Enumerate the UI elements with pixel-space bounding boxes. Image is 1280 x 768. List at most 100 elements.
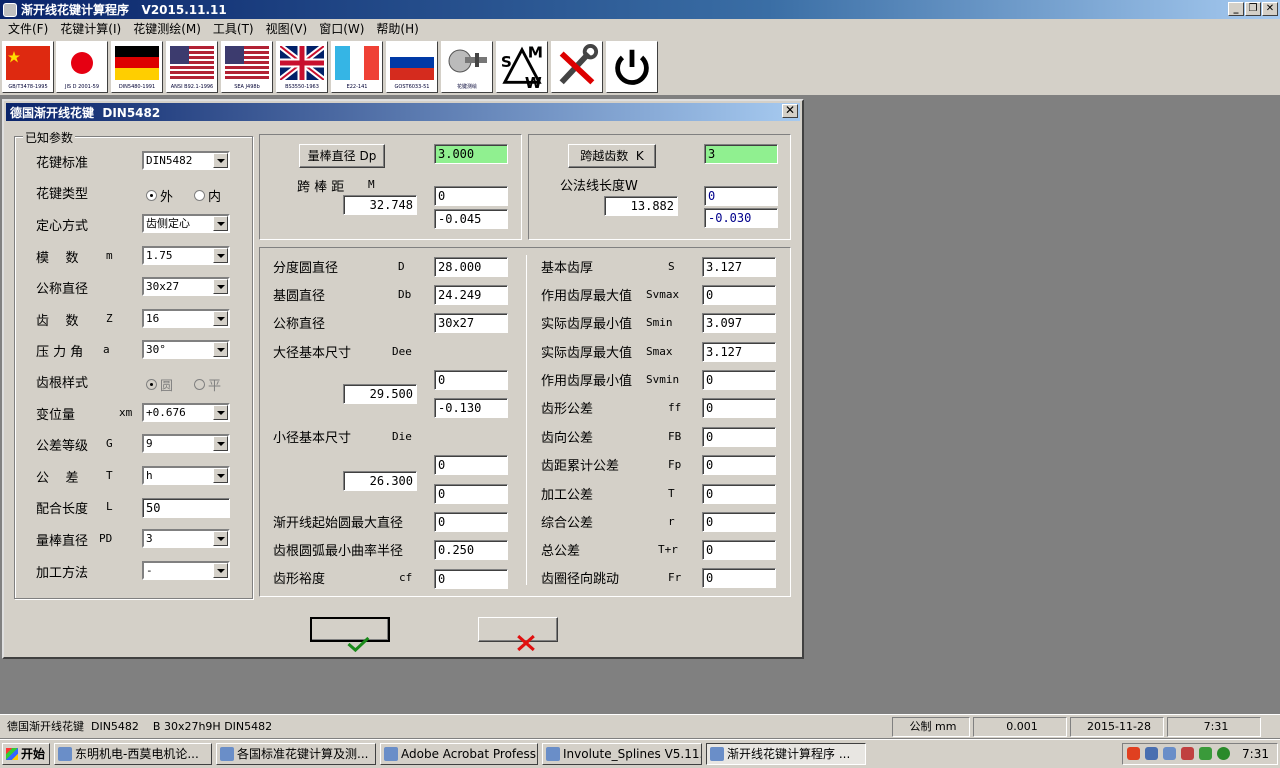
smw-button[interactable]: SMW	[496, 41, 548, 93]
tolerance-grade-select[interactable]: 9	[142, 434, 230, 453]
fit-length-input[interactable]: 50	[142, 498, 230, 518]
result-symbol: Fp	[668, 458, 682, 471]
nominal-diameter-select[interactable]: 30x27	[142, 277, 230, 296]
update-icon[interactable]	[1217, 747, 1230, 760]
tolerance-select[interactable]: h	[142, 466, 230, 485]
fillet-radius-value: 0.250	[434, 540, 508, 560]
chevron-down-icon[interactable]	[213, 311, 228, 326]
ok-button[interactable]	[310, 617, 390, 653]
teeth-select[interactable]: 16	[142, 309, 230, 328]
pitch-diameter-value: 28.000	[434, 257, 508, 277]
nominal-diameter-label: 公称直径	[36, 282, 89, 297]
minimize-button[interactable]: _	[1228, 2, 1244, 16]
ansi-standard-button[interactable]: ANSI B92.1-1996	[166, 41, 218, 93]
pressure-angle-select[interactable]: 30°	[142, 340, 230, 359]
dialog-close-button[interactable]: ✕	[782, 104, 798, 118]
menu-help[interactable]: 帮助(H)	[370, 20, 424, 37]
shield-icon[interactable]	[1199, 747, 1212, 760]
result-symbol: ff	[668, 401, 682, 414]
chevron-down-icon[interactable]	[213, 216, 228, 231]
menu-spline-calc[interactable]: 花键计算(I)	[54, 20, 127, 37]
root-form-label: 齿根样式	[36, 376, 89, 391]
span-value: 13.882	[604, 196, 678, 216]
menu-window[interactable]: 窗口(W)	[313, 20, 370, 37]
taskbar: 开始 东明机电-西莫电机论... 各国标准花键计算及测... Adobe Acr…	[0, 739, 1280, 768]
fillet-radius-label: 齿根圆弧最小曲率半径	[273, 544, 404, 559]
chevron-down-icon[interactable]	[213, 279, 228, 294]
form-clearance-label: 齿形裕度	[273, 572, 326, 587]
chevron-down-icon[interactable]	[213, 563, 228, 578]
chevron-down-icon[interactable]	[213, 531, 228, 546]
type-external-radio[interactable]: 外	[146, 186, 173, 205]
over-pin-symbol: M	[368, 178, 375, 191]
task-browser-2[interactable]: 各国标准花键计算及测...	[216, 743, 376, 765]
result-label: 齿圈径向跳动	[541, 572, 620, 587]
menu-tools[interactable]: 工具(T)	[207, 20, 260, 37]
chevron-down-icon[interactable]	[213, 436, 228, 451]
tools-button[interactable]	[551, 41, 603, 93]
chevron-down-icon[interactable]	[213, 342, 228, 357]
result-label: 综合公差	[541, 516, 594, 531]
sae-standard-button[interactable]: SEA J498b	[221, 41, 273, 93]
usa-flag-icon	[225, 46, 269, 80]
jis-standard-button[interactable]: JIS D 2001-59	[56, 41, 108, 93]
cancel-button[interactable]	[478, 617, 558, 652]
gost-standard-button[interactable]: GOST6033-51	[386, 41, 438, 93]
pin-diameter-select[interactable]: 3	[142, 529, 230, 548]
task-acrobat[interactable]: Adobe Acrobat Professio...	[380, 743, 538, 765]
span-teeth-button[interactable]: 跨越齿数 K	[568, 144, 656, 168]
result-value: 0	[702, 484, 776, 504]
pin-diameter-button[interactable]: 量棒直径 Dp	[299, 144, 385, 168]
spline-survey-button[interactable]: 花键测绘	[441, 41, 493, 93]
base-diameter-label: 基圆直径	[273, 289, 326, 304]
centering-select[interactable]: 齿侧定心	[142, 214, 230, 233]
result-value: 0	[702, 512, 776, 532]
tools-icon	[559, 44, 599, 85]
din-standard-button[interactable]: DIN5480-1991	[111, 41, 163, 93]
result-value: 0	[702, 398, 776, 418]
module-select[interactable]: 1.75	[142, 246, 230, 265]
task-spline-app[interactable]: 渐开线花键计算程序 ...	[706, 743, 866, 765]
machining-method-select[interactable]: -	[142, 561, 230, 580]
major-upper: 0	[434, 370, 508, 390]
chevron-down-icon[interactable]	[213, 405, 228, 420]
result-value: 3.127	[702, 257, 776, 277]
network-icon[interactable]	[1145, 747, 1158, 760]
restore-button[interactable]: ❐	[1245, 2, 1261, 16]
volume-icon[interactable]	[1163, 747, 1176, 760]
russia-flag-icon	[390, 46, 434, 80]
root-round-radio[interactable]: 圆	[146, 375, 173, 394]
chevron-down-icon[interactable]	[213, 248, 228, 263]
root-flat-radio[interactable]: 平	[194, 375, 221, 394]
result-label: 作用齿厚最大值	[541, 289, 633, 304]
toolbar-caption: SEA J498b	[234, 84, 260, 90]
chevron-down-icon[interactable]	[213, 153, 228, 168]
k-value: 3	[704, 144, 778, 164]
uk-flag-icon	[280, 46, 324, 80]
input-method-icon[interactable]	[1127, 747, 1140, 760]
task-browser-1[interactable]: 东明机电-西莫电机论...	[54, 743, 212, 765]
chevron-down-icon[interactable]	[213, 468, 228, 483]
gb-standard-button[interactable]: GB/T3478-1995	[2, 41, 54, 93]
task-folder[interactable]: Involute_Splines V5.11.11	[542, 743, 702, 765]
status-date: 2015-11-28	[1070, 717, 1164, 737]
bs-standard-button[interactable]: BS3550-1963	[276, 41, 328, 93]
close-button[interactable]: ✕	[1262, 2, 1278, 16]
result-symbol: Svmin	[646, 373, 680, 386]
power-icon	[615, 49, 649, 85]
security-icon[interactable]	[1181, 747, 1194, 760]
menu-view[interactable]: 视图(V)	[260, 20, 314, 37]
profile-shift-select[interactable]: +0.676	[142, 403, 230, 422]
power-button[interactable]	[606, 41, 658, 93]
tolerance-grade-label: 公差等级	[36, 439, 89, 454]
e22-standard-button[interactable]: E22-141	[331, 41, 383, 93]
centering-label: 定心方式	[36, 219, 89, 234]
toolbar-caption: GB/T3478-1995	[8, 84, 48, 90]
menu-spline-survey[interactable]: 花键测绘(M)	[127, 20, 207, 37]
module-symbol: m	[106, 249, 113, 262]
start-button[interactable]: 开始	[2, 743, 50, 765]
spline-standard-select[interactable]: DIN5482	[142, 151, 230, 170]
result-symbol: T	[668, 487, 675, 500]
menu-file[interactable]: 文件(F)	[2, 20, 54, 37]
type-internal-radio[interactable]: 内	[194, 186, 221, 205]
